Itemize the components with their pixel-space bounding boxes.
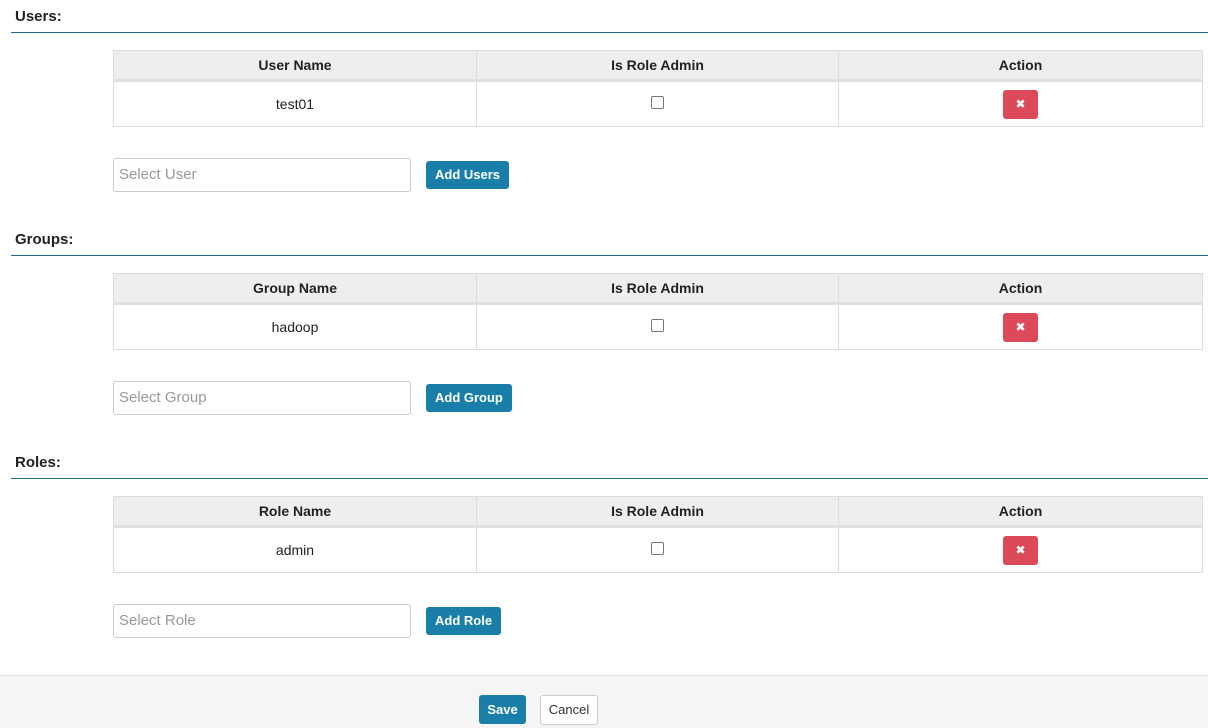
action-cell: ✖ (838, 80, 1203, 127)
add-users-button[interactable]: Add Users (426, 161, 510, 189)
groups-section-divider (11, 255, 1208, 256)
table-header-row: User Name Is Role Admin Action (113, 50, 1203, 82)
remove-role-button[interactable]: ✖ (1003, 535, 1038, 565)
add-role-button[interactable]: Add Role (426, 607, 502, 635)
select-role-input[interactable]: Select Role (113, 604, 411, 638)
times-icon: ✖ (1015, 542, 1026, 557)
times-icon: ✖ (1015, 319, 1026, 334)
action-cell: ✖ (838, 526, 1203, 573)
column-header-is-role-admin: Is Role Admin (476, 50, 839, 82)
users-table: User Name Is Role Admin Action test01 ✖ (113, 50, 1203, 127)
form-footer (0, 675, 1208, 728)
column-header-action: Action (838, 496, 1203, 528)
column-header-group-name: Group Name (113, 273, 477, 305)
roles-section-title: Roles: (15, 454, 61, 471)
table-header-row: Group Name Is Role Admin Action (113, 273, 1203, 305)
users-section-title: Users: (15, 8, 62, 25)
is-role-admin-cell (476, 526, 839, 573)
user-name-cell: test01 (113, 80, 477, 127)
is-role-admin-cell (476, 80, 839, 127)
is-role-admin-checkbox[interactable] (651, 318, 664, 332)
is-role-admin-checkbox[interactable] (651, 541, 664, 555)
select-group-input[interactable]: Select Group (113, 381, 411, 415)
roles-table: Role Name Is Role Admin Action admin ✖ (113, 496, 1203, 573)
column-header-action: Action (838, 273, 1203, 305)
column-header-user-name: User Name (113, 50, 477, 82)
select-user-input[interactable]: Select User (113, 158, 411, 192)
table-row: hadoop ✖ (113, 303, 1203, 350)
remove-group-button[interactable]: ✖ (1003, 312, 1038, 342)
column-header-role-name: Role Name (113, 496, 477, 528)
save-button[interactable]: Save (479, 695, 526, 724)
group-name-cell: hadoop (113, 303, 477, 350)
column-header-is-role-admin: Is Role Admin (476, 496, 839, 528)
users-section-divider (11, 32, 1208, 33)
times-icon: ✖ (1015, 96, 1026, 111)
role-name-cell: admin (113, 526, 477, 573)
groups-table: Group Name Is Role Admin Action hadoop ✖ (113, 273, 1203, 350)
table-header-row: Role Name Is Role Admin Action (113, 496, 1203, 528)
groups-section-title: Groups: (15, 231, 74, 248)
column-header-action: Action (838, 50, 1203, 82)
cancel-button[interactable]: Cancel (540, 695, 598, 725)
add-group-button[interactable]: Add Group (426, 384, 512, 412)
table-row: test01 ✖ (113, 80, 1203, 127)
is-role-admin-cell (476, 303, 839, 350)
table-row: admin ✖ (113, 526, 1203, 573)
roles-section-divider (11, 478, 1208, 479)
is-role-admin-checkbox[interactable] (651, 95, 664, 109)
column-header-is-role-admin: Is Role Admin (476, 273, 839, 305)
remove-user-button[interactable]: ✖ (1003, 89, 1038, 119)
action-cell: ✖ (838, 303, 1203, 350)
